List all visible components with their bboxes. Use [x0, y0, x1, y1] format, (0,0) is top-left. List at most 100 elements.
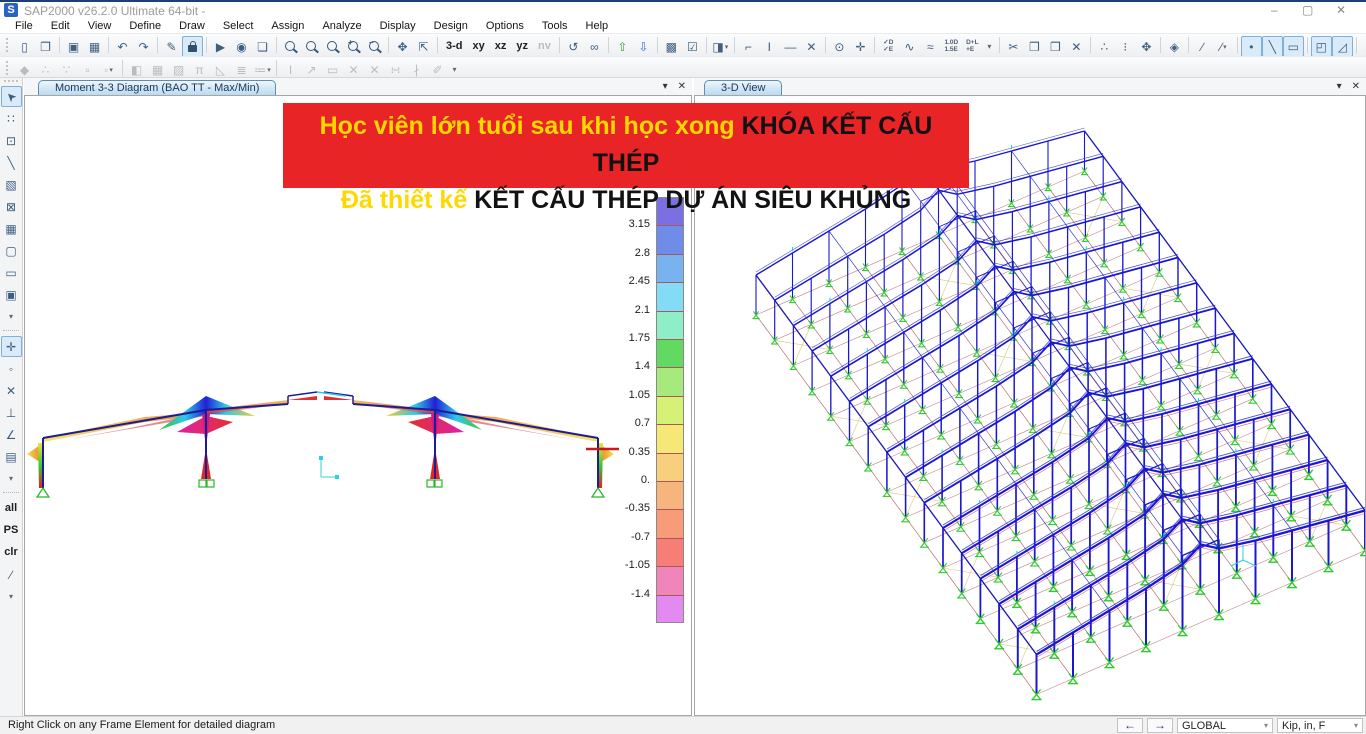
perspective-toggle-icon[interactable]: ∞ — [584, 36, 605, 57]
new-model-icon[interactable]: ▯ — [14, 36, 35, 57]
minimize-button[interactable]: – — [1259, 3, 1289, 17]
dropdown-arrow-icon[interactable]: ▾ — [5, 586, 18, 607]
snap-joints-icon[interactable]: ✛ — [1, 336, 22, 357]
zoom-window-icon[interactable] — [280, 36, 301, 57]
select-poly-mode-icon[interactable]: ◿ — [1332, 36, 1353, 57]
redo-icon[interactable]: ↷ — [133, 36, 154, 57]
show-loads-icon[interactable]: ✓D✓E — [878, 36, 899, 57]
select-window-mode-icon[interactable]: ◰ — [1311, 36, 1332, 57]
draw-frame-icon[interactable]: ⌐ — [738, 36, 759, 57]
left-panel-collapse-icon[interactable]: ▾ — [663, 81, 668, 92]
delete-icon[interactable]: ✕ — [1066, 36, 1087, 57]
cut-icon[interactable]: ✂ — [1003, 36, 1024, 57]
show-all-button[interactable]: all — [0, 498, 22, 519]
joint-info-icon[interactable]: ⊙ — [829, 36, 850, 57]
right-panel-close-icon[interactable]: ✕ — [1352, 81, 1360, 92]
view-xz-button[interactable]: xz — [490, 36, 512, 57]
save-icon[interactable]: ▣ — [63, 36, 84, 57]
dropdown-arrow-icon[interactable]: ▾ — [5, 306, 18, 327]
snap-region-icon[interactable]: ▭ — [1283, 36, 1304, 57]
clr-button[interactable]: clr — [0, 542, 22, 563]
draw-section-cut-icon[interactable]: I — [759, 36, 780, 57]
menu-item-file[interactable]: File — [6, 19, 42, 33]
reshape-object-icon[interactable]: ✛ — [850, 36, 871, 57]
snap-intersections-icon[interactable]: ✕ — [1, 380, 22, 401]
units-select[interactable]: Kip, in, F ▾ — [1277, 718, 1363, 733]
menu-item-tools[interactable]: Tools — [533, 19, 577, 33]
pan-icon[interactable]: ✥ — [392, 36, 413, 57]
rect-region-icon[interactable]: ▭ — [1, 262, 22, 283]
snap-grid-icon[interactable]: ▤ — [1, 446, 22, 467]
undo-icon[interactable]: ↶ — [112, 36, 133, 57]
pan-reset-icon[interactable]: ⇱ — [413, 36, 434, 57]
menu-item-edit[interactable]: Edit — [42, 19, 79, 33]
snap-point-icon[interactable]: • — [1241, 36, 1262, 57]
menu-item-draw[interactable]: Draw — [170, 19, 214, 33]
left-panel-close-icon[interactable]: ✕ — [678, 81, 686, 92]
coordinate-system-select[interactable]: GLOBAL ▾ — [1177, 718, 1273, 733]
select-poly-icon[interactable]: ▧ — [1, 174, 22, 195]
view-yz-button[interactable]: yz — [511, 36, 533, 57]
merge-duplicates-icon[interactable]: ◈ — [1164, 36, 1185, 57]
right-panel-collapse-icon[interactable]: ▾ — [1337, 81, 1342, 92]
snap-angle-icon[interactable]: ∠ — [1, 424, 22, 445]
select-grid-icon[interactable]: ▦ — [1, 218, 22, 239]
move-objects-icon[interactable]: ✥ — [1136, 36, 1157, 57]
blank-page-icon[interactable]: ▢ — [1, 240, 22, 261]
slash-tool-icon[interactable]: ∕ — [1, 564, 22, 585]
align-points-icon[interactable]: ∴ — [1094, 36, 1115, 57]
refresh-draw-icon[interactable]: ✎ — [161, 36, 182, 57]
menu-item-help[interactable]: Help — [577, 19, 618, 33]
snap-line-icon[interactable]: ╲ — [1262, 36, 1283, 57]
menu-item-design[interactable]: Design — [425, 19, 477, 33]
select-x-icon[interactable]: ⊠ — [1, 196, 22, 217]
copy-icon[interactable]: ❐ — [1024, 36, 1045, 57]
zoom-out-icon[interactable]: − — [364, 36, 385, 57]
zoom-full-icon[interactable] — [301, 36, 322, 57]
display-options-icon[interactable]: ☑ — [682, 36, 703, 57]
previous-selection-icon[interactable]: ▱ — [1360, 36, 1366, 57]
paste-icon[interactable]: ❒ — [1045, 36, 1066, 57]
reshape-icon[interactable]: ∷ — [1, 108, 22, 129]
show-function-icon[interactable]: ∿ — [899, 36, 920, 57]
move-up-plane-icon[interactable]: ⇧ — [612, 36, 633, 57]
run-deformed-icon[interactable]: ◉ — [231, 36, 252, 57]
open-file-icon[interactable]: ❐ — [35, 36, 56, 57]
close-button[interactable]: ✕ — [1326, 3, 1356, 17]
select-object-icon[interactable]: ⊡ — [1, 130, 22, 151]
view-xy-button[interactable]: xy — [468, 36, 490, 57]
filled-region-icon[interactable]: ▣ — [1, 284, 22, 305]
maximize-button[interactable]: ▢ — [1293, 3, 1323, 17]
lock-model-icon[interactable] — [182, 36, 203, 57]
dropdown-arrow-icon[interactable]: ▾ — [983, 36, 996, 57]
snap-midpoints-icon[interactable]: ◦ — [1, 358, 22, 379]
select-pointer-icon[interactable]: ➤ — [1, 86, 22, 107]
menu-item-define[interactable]: Define — [120, 19, 170, 33]
tab-3d-view[interactable]: 3-D View — [704, 80, 782, 95]
dropdown-arrow-icon[interactable]: ▾ — [448, 59, 461, 80]
show-trace-icon[interactable]: ≈ — [920, 36, 941, 57]
menu-item-analyze[interactable]: Analyze — [313, 19, 370, 33]
interactive-db-icon[interactable]: ⁝ — [1115, 36, 1136, 57]
run-analysis-icon[interactable]: ▶ — [210, 36, 231, 57]
zoom-in-icon[interactable]: + — [343, 36, 364, 57]
draw-line-icon[interactable]: ╲ — [1, 152, 22, 173]
menu-item-view[interactable]: View — [79, 19, 121, 33]
snap-perpendicular-icon[interactable]: ⊥ — [1, 402, 22, 423]
rotate-view-icon[interactable]: ↺ — [563, 36, 584, 57]
move-down-plane-icon[interactable]: ⇩ — [633, 36, 654, 57]
view-3d-button[interactable]: 3-d — [441, 36, 468, 57]
menu-item-options[interactable]: Options — [477, 19, 533, 33]
menu-item-select[interactable]: Select — [214, 19, 263, 33]
menu-item-display[interactable]: Display — [371, 19, 425, 33]
draw-special-joint-icon[interactable]: ✕ — [801, 36, 822, 57]
dropdown-arrow-icon[interactable]: ▾ — [5, 468, 18, 489]
save-locked-icon[interactable]: ▦ — [84, 36, 105, 57]
draw-quick-frame-icon[interactable]: — — [780, 36, 801, 57]
combo-dl-icon[interactable]: 1.0D1.5E — [941, 36, 962, 57]
previous-view-button[interactable]: ← — [1117, 718, 1143, 733]
next-view-button[interactable]: → — [1147, 718, 1173, 733]
object-shrink-toggle-icon[interactable]: ▩ — [661, 36, 682, 57]
menu-item-assign[interactable]: Assign — [262, 19, 313, 33]
divide-frames-icon[interactable]: ∕ — [1192, 36, 1213, 57]
